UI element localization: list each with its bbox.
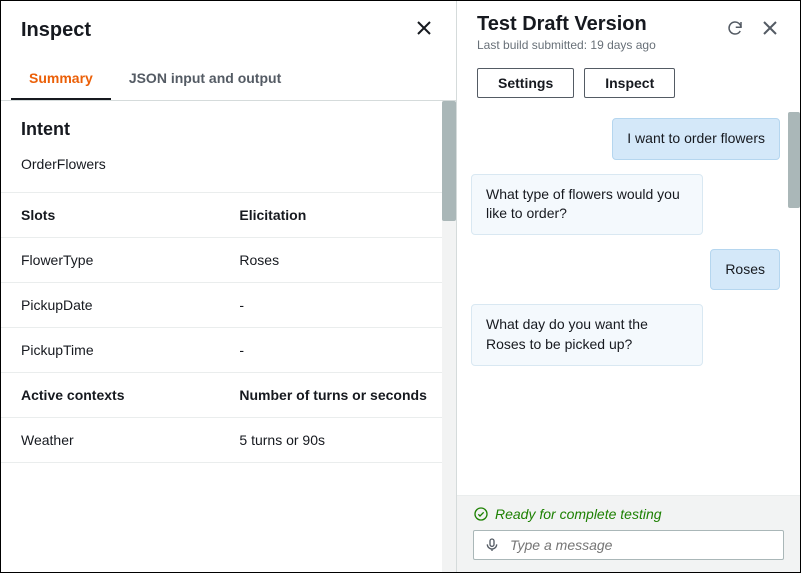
message-input-row [473, 530, 784, 560]
slot-value: - [219, 283, 456, 328]
refresh-icon [726, 19, 744, 37]
chat-msg-bot: What day do you want the Roses to be pic… [471, 304, 703, 365]
chat-msg-bot: What type of flowers would you like to o… [471, 174, 703, 235]
status-bar: Ready for complete testing [457, 495, 800, 572]
check-circle-icon [473, 506, 489, 522]
microphone-icon[interactable] [484, 537, 500, 553]
close-icon [416, 20, 432, 36]
slot-name: PickupDate [1, 283, 219, 328]
intent-heading: Intent [1, 101, 456, 152]
contexts-header-name: Active contexts [1, 373, 219, 418]
test-subtitle: Last build submitted: 19 days ago [477, 38, 656, 52]
status-text: Ready for complete testing [495, 506, 662, 522]
message-input[interactable] [510, 537, 773, 553]
settings-button[interactable]: Settings [477, 68, 574, 98]
chat-area: I want to order flowers What type of flo… [457, 112, 800, 495]
slot-name: PickupTime [1, 328, 219, 373]
chat-msg-user: Roses [710, 249, 780, 291]
table-row: FlowerType Roses [1, 238, 456, 283]
inspect-panel: Inspect Summary JSON input and output In… [1, 1, 457, 572]
contexts-header-value: Number of turns or seconds [219, 373, 456, 418]
slot-value: Roses [219, 238, 456, 283]
table-row: PickupTime - [1, 328, 456, 373]
inspect-button[interactable]: Inspect [584, 68, 675, 98]
slot-value: - [219, 328, 456, 373]
scrollbar-thumb[interactable] [442, 101, 456, 221]
test-title: Test Draft Version [477, 13, 656, 36]
slots-header-value: Elicitation [219, 193, 456, 238]
inspect-title: Inspect [21, 19, 91, 42]
scrollbar-track[interactable] [442, 101, 456, 572]
close-test-button[interactable] [760, 18, 780, 41]
intent-name: OrderFlowers [1, 152, 456, 193]
context-name: Weather [1, 418, 219, 463]
table-row: PickupDate - [1, 283, 456, 328]
slots-header-name: Slots [1, 193, 219, 238]
slot-name: FlowerType [1, 238, 219, 283]
tab-summary[interactable]: Summary [11, 58, 111, 100]
refresh-button[interactable] [724, 17, 746, 42]
tab-json[interactable]: JSON input and output [111, 58, 299, 100]
context-value: 5 turns or 90s [219, 418, 456, 463]
close-inspect-button[interactable] [412, 15, 436, 46]
chat-scrollbar-thumb[interactable] [788, 112, 800, 208]
close-icon [762, 20, 778, 36]
test-panel: Test Draft Version Last build submitted:… [457, 1, 800, 572]
table-row: Weather 5 turns or 90s [1, 418, 456, 463]
contexts-table: Active contexts Number of turns or secon… [1, 373, 456, 463]
slots-table: Slots Elicitation FlowerType Roses Picku… [1, 193, 456, 373]
chat-msg-user: I want to order flowers [612, 118, 780, 160]
inspect-tabs: Summary JSON input and output [1, 58, 456, 101]
